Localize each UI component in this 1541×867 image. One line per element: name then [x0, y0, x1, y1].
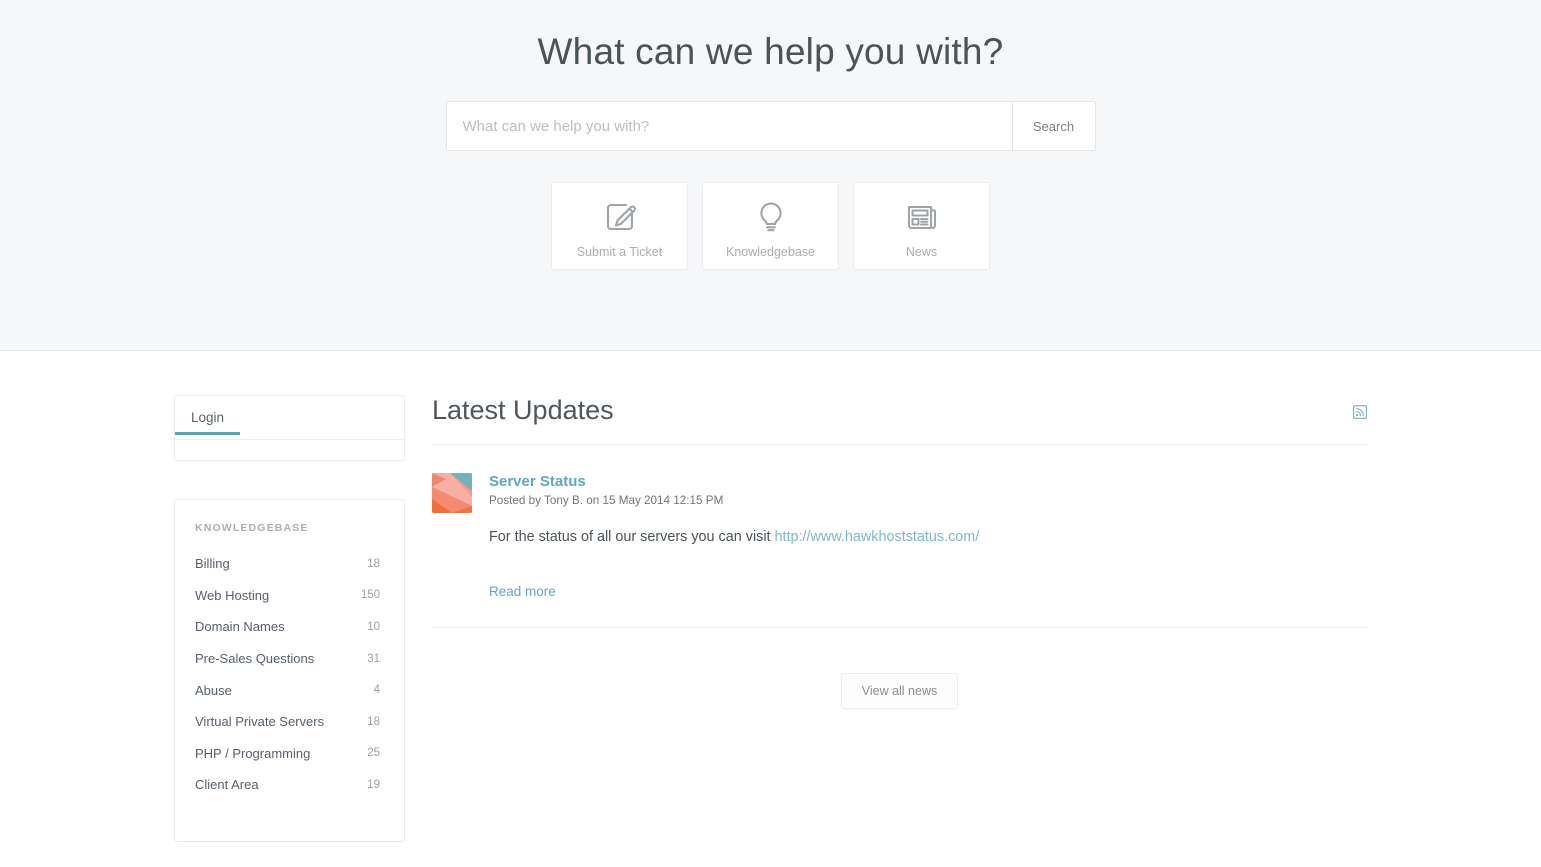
lightbulb-icon: [753, 198, 789, 236]
card-knowledgebase[interactable]: Knowledgebase: [702, 182, 839, 270]
knowledgebase-item-label: Client Area: [195, 777, 259, 793]
rss-feed-icon[interactable]: [1353, 395, 1368, 424]
tab-divider: [175, 439, 404, 440]
knowledgebase-item-count: 10: [367, 620, 380, 633]
knowledgebase-item-label: Web Hosting: [195, 587, 270, 603]
main-content: Latest Updates Server Status Posted by T…: [405, 395, 1368, 842]
card-submit-a-ticket[interactable]: Submit a Ticket: [551, 182, 688, 270]
news-divider: [432, 626, 1367, 628]
search-button[interactable]: Search: [1011, 102, 1095, 150]
news-body: Server Status Posted by Tony B. on 15 Ma…: [472, 473, 1367, 601]
knowledgebase-item[interactable]: Client Area 19: [175, 769, 404, 801]
knowledgebase-item-count: 18: [367, 715, 380, 728]
news-text-body: For the status of all our servers you ca…: [489, 529, 775, 545]
knowledgebase-item[interactable]: Web Hosting 150: [175, 580, 404, 612]
news-external-link[interactable]: http://www.hawkhoststatus.com/: [775, 529, 980, 545]
knowledgebase-panel: KNOWLEDGEBASE Billing 18 Web Hosting 150 Dom…: [174, 499, 405, 842]
view-all-news-button[interactable]: View all news: [840, 672, 959, 709]
knowledgebase-list: Billing 18 Web Hosting 150 Domain Names 10 Pre…: [175, 548, 404, 801]
knowledgebase-item-label: PHP / Programming: [195, 745, 311, 761]
knowledgebase-heading: KNOWLEDGEBASE: [195, 522, 309, 534]
knowledgebase-item-count: 150: [360, 589, 380, 602]
knowledgebase-item-label: Domain Names: [195, 619, 285, 635]
knowledgebase-item[interactable]: Pre-Sales Questions 31: [175, 643, 404, 675]
hero-section: What can we help you with? Search Submit…: [0, 0, 1541, 351]
section-title: Latest Updates: [432, 395, 614, 425]
card-label: Knowledgebase: [726, 244, 815, 259]
knowledgebase-item-label: Billing: [195, 556, 230, 572]
knowledgebase-item-label: Abuse: [195, 682, 232, 698]
view-all-news-wrap: View all news: [432, 672, 1367, 709]
newspaper-icon: [904, 198, 940, 236]
knowledgebase-item-label: Pre-Sales Questions: [195, 651, 315, 667]
news-item: Server Status Posted by Tony B. on 15 Ma…: [432, 445, 1367, 601]
knowledgebase-item[interactable]: Domain Names 10: [175, 611, 404, 643]
knowledgebase-item-count: 19: [367, 778, 380, 791]
knowledgebase-item-count: 31: [367, 652, 380, 665]
news-text: For the status of all our servers you ca…: [489, 527, 1367, 549]
knowledgebase-item-count: 4: [373, 684, 380, 697]
pencil-square-icon: [602, 198, 638, 236]
knowledgebase-item[interactable]: Virtual Private Servers 18: [175, 706, 404, 738]
card-label: News: [905, 244, 938, 259]
news-title-link[interactable]: Server Status: [489, 473, 586, 490]
search-input[interactable]: [446, 102, 1012, 150]
knowledgebase-item-count: 18: [367, 557, 380, 570]
tab-login[interactable]: Login: [175, 396, 241, 435]
sidebar: Login KNOWLEDGEBASE Billing 18 Web Hosting…: [174, 395, 405, 842]
page-body: Login KNOWLEDGEBASE Billing 18 Web Hosting…: [0, 351, 1541, 867]
page-title: What can we help you with?: [537, 31, 1004, 72]
read-more-link[interactable]: Read more: [489, 584, 556, 599]
knowledgebase-item-label: Virtual Private Servers: [195, 714, 325, 730]
knowledgebase-item[interactable]: Billing 18: [175, 548, 404, 580]
knowledgebase-item[interactable]: Abuse 4: [175, 674, 404, 706]
knowledgebase-item-count: 25: [367, 747, 380, 760]
knowledgebase-item[interactable]: PHP / Programming 25: [175, 738, 404, 770]
card-label: Submit a Ticket: [576, 244, 663, 259]
login-panel: Login: [174, 395, 405, 461]
avatar: [432, 473, 472, 513]
quick-action-cards: Submit a Ticket Knowledgebase News: [0, 182, 1541, 270]
main-header: Latest Updates: [432, 395, 1368, 445]
search-bar: Search: [445, 101, 1096, 151]
news-meta: Posted by Tony B. on 15 May 2014 12:15 P…: [489, 494, 724, 507]
card-news[interactable]: News: [853, 182, 990, 270]
